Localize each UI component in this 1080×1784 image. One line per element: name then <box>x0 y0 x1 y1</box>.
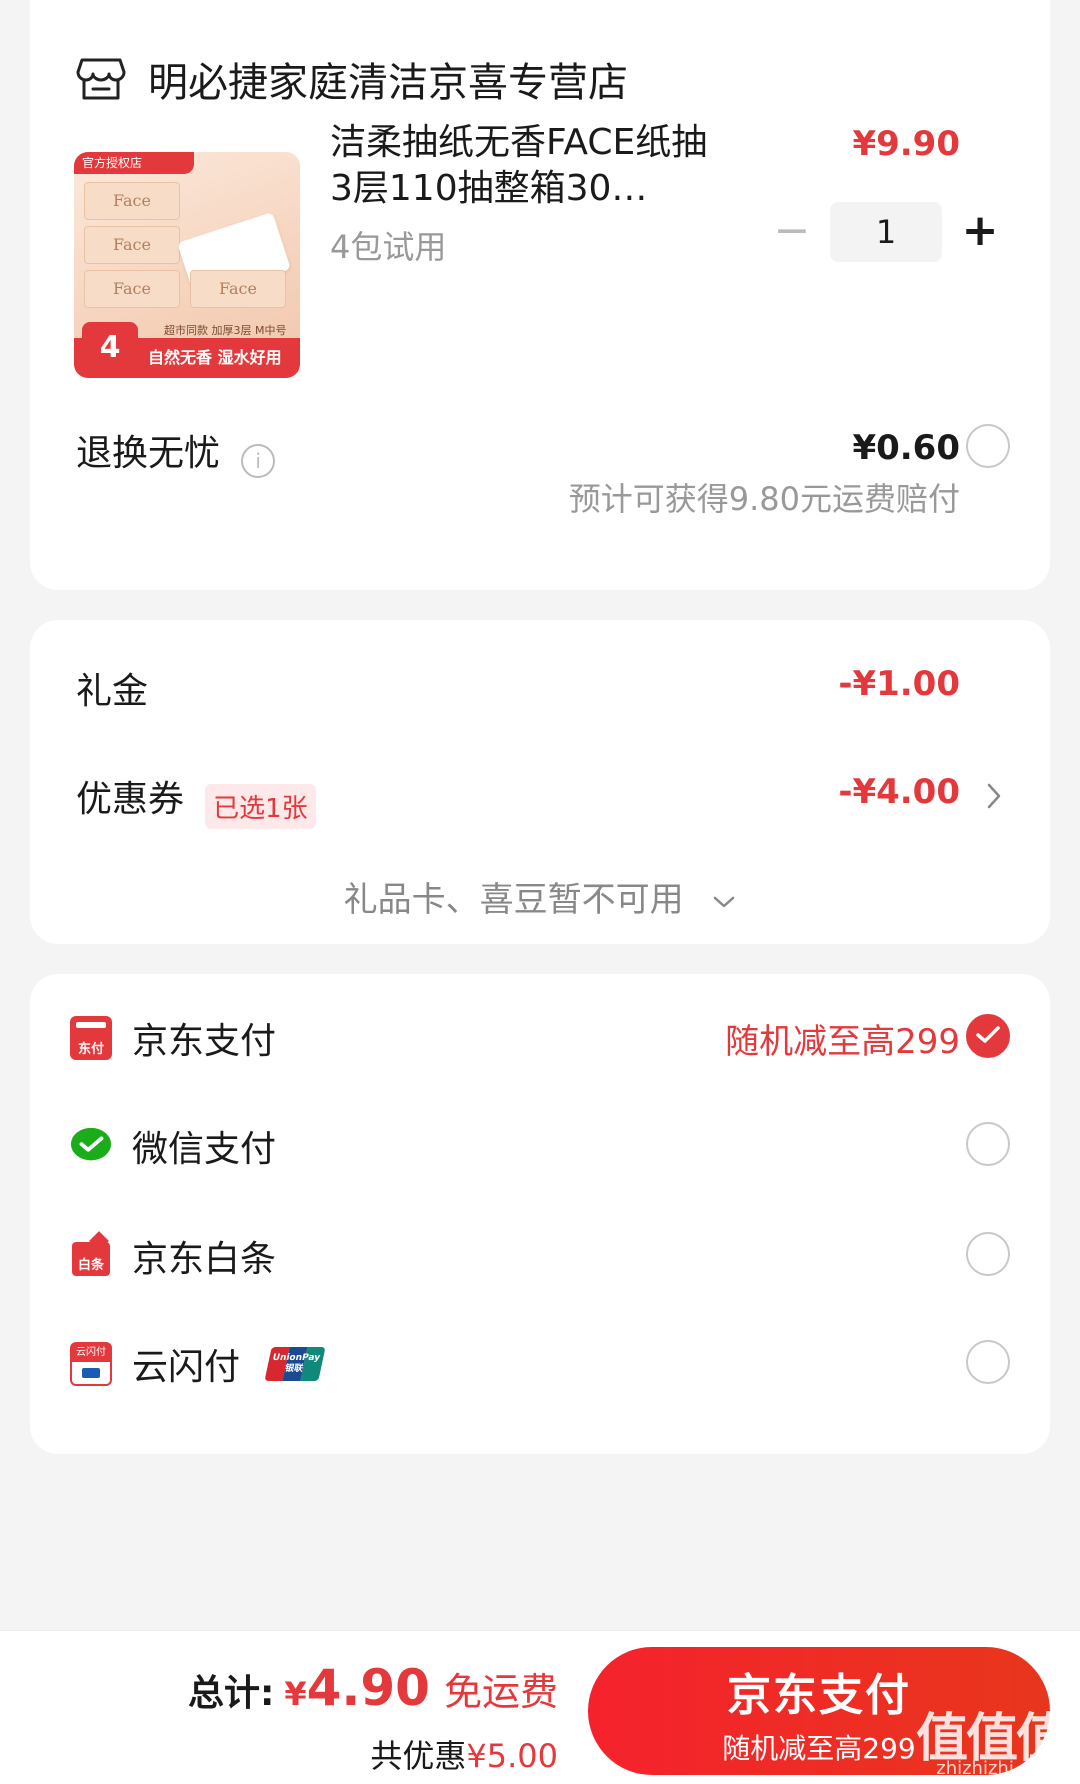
return-service-label: 退换无忧 <box>76 433 221 474</box>
watermark-site: zhizhizhi.com <box>936 1758 1058 1779</box>
gift-money-value: -¥1.00 <box>838 664 960 704</box>
payment-label: 京东支付 <box>132 1021 277 1062</box>
tissue-pack: Face <box>84 226 180 264</box>
jd-baitiao-radio[interactable] <box>966 1232 1010 1276</box>
unavailable-row[interactable]: 礼品卡、喜豆暂不可用 <box>30 872 1050 921</box>
coupon-value: -¥4.00 <box>838 772 960 812</box>
cloud-quickpass-radio[interactable] <box>966 1340 1010 1384</box>
payment-option-jd-pay[interactable]: 东付 京东支付 <box>70 1008 276 1068</box>
product-image[interactable]: 官方授权店 Face Face Face Face 超市同款 加厚3层 M中号 … <box>74 152 300 378</box>
image-badge-count: 4 <box>82 322 138 374</box>
product-title[interactable]: 洁柔抽纸无香FACE纸抽3层110抽整箱30… <box>330 120 710 212</box>
tissue-pack: Face <box>190 270 286 308</box>
increase-quantity-button[interactable]: + <box>950 202 1010 262</box>
total-currency: ¥ <box>284 1675 307 1713</box>
coupon-row[interactable]: 优惠券 已选1张 <box>76 770 316 829</box>
store-icon <box>76 58 126 100</box>
return-service-row: 退换无忧 i <box>76 424 276 478</box>
free-shipping-label: 免运费 <box>443 1670 558 1714</box>
shop-header[interactable]: 明必捷家庭清洁京喜专营店 <box>76 50 628 108</box>
return-service-radio[interactable] <box>966 424 1010 468</box>
jd-pay-icon: 东付 <box>70 1016 112 1060</box>
product-price: ¥9.90 <box>852 124 960 164</box>
jd-pay-promo: 随机减至高299 <box>725 1022 960 1062</box>
payment-option-cloud-quickpass[interactable]: 云闪付 云闪付 UnionPay 银联 <box>70 1334 326 1394</box>
product-spec[interactable]: 4包试用 <box>330 222 446 268</box>
coupon-selected-tag: 已选1张 <box>205 784 316 829</box>
payment-option-wechat-pay[interactable]: 微信支付 <box>70 1116 276 1176</box>
wechat-pay-radio[interactable] <box>966 1122 1010 1166</box>
saved-line[interactable]: 共优惠¥5.00 <box>370 1731 558 1777</box>
tissue-pack: Face <box>84 182 180 220</box>
image-badge-small: 超市同款 加厚3层 M中号 <box>164 324 287 337</box>
jd-pay-radio[interactable] <box>966 1014 1010 1058</box>
discount-card: 礼金 -¥1.00 优惠券 已选1张 -¥4.00 礼品卡、喜豆暂不可用 <box>30 620 1050 944</box>
chevron-right-icon[interactable] <box>986 782 1002 810</box>
total-amount: 4.90 <box>306 1659 430 1717</box>
wechat-pay-icon <box>70 1127 112 1161</box>
shop-name: 明必捷家庭清洁京喜专营店 <box>148 60 628 106</box>
payment-option-jd-baitiao[interactable]: 白条 京东白条 <box>70 1226 276 1286</box>
tissue-pack: Face <box>84 270 180 308</box>
saved-label: 共优惠 <box>370 1737 467 1775</box>
chevron-down-icon <box>714 896 735 907</box>
check-icon <box>976 1026 1000 1043</box>
total-label: 总计: <box>187 1673 275 1714</box>
coupon-label: 优惠券 <box>76 779 185 820</box>
payment-label: 微信支付 <box>132 1129 277 1170</box>
saved-amount: ¥5.00 <box>466 1737 558 1775</box>
return-service-price: ¥0.60 <box>852 428 960 468</box>
order-item-card: 明必捷家庭清洁京喜专营店 官方授权店 Face Face Face Face 超… <box>30 0 1050 590</box>
payment-method-card: 东付 京东支付 随机减至高299 微信支付 白条 京东白条 云闪付 云闪付 Un… <box>30 974 1050 1454</box>
payment-label: 京东白条 <box>132 1239 277 1280</box>
cloud-quickpass-icon: 云闪付 <box>70 1342 112 1386</box>
quantity-value[interactable]: 1 <box>830 202 942 262</box>
unavailable-text: 礼品卡、喜豆暂不可用 <box>343 880 684 920</box>
jd-baitiao-icon: 白条 <box>70 1231 112 1278</box>
official-store-tag: 官方授权店 <box>74 152 194 174</box>
decrease-quantity-button[interactable]: − <box>762 202 822 262</box>
gift-money-label: 礼金 <box>76 671 149 712</box>
return-service-note: 预计可获得9.80元运费赔付 <box>568 480 960 518</box>
quantity-stepper: − 1 + <box>762 202 1010 262</box>
unionpay-icon: UnionPay 银联 <box>264 1347 326 1381</box>
info-icon[interactable]: i <box>241 443 276 478</box>
payment-label: 云闪付 <box>132 1347 241 1388</box>
total-line: 总计: ¥ 4.90 免运费 <box>188 1659 558 1717</box>
